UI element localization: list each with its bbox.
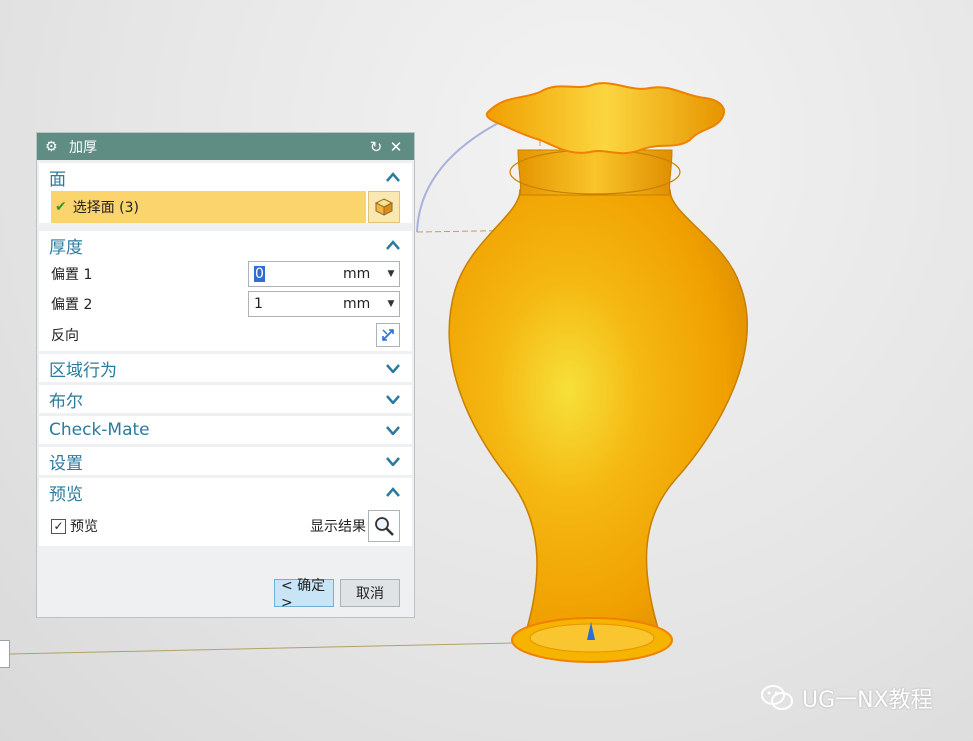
dialog-titlebar[interactable]: ⚙ 加厚 ↻ ✕: [37, 133, 414, 160]
section-preview-label: 预览: [49, 484, 83, 505]
section-settings-label: 设置: [49, 453, 83, 474]
watermark-text: UG一NX教程: [802, 688, 933, 713]
vase-body: [448, 189, 748, 636]
wechat-icon: [761, 685, 793, 710]
watermark: UG一NX教程: [760, 682, 933, 714]
thicken-dialog: ⚙ 加厚 ↻ ✕ 面 ✔ 选择面 (3) 厚度 偏置 1 0 mm ▼ 偏置 2…: [36, 132, 415, 618]
section-preview: 预览 ✓ 预览 显示结果: [39, 478, 412, 546]
offset2-value[interactable]: 1: [249, 296, 343, 312]
dialog-title: 加厚: [69, 139, 97, 156]
reverse-label: 反向: [51, 328, 79, 344]
reset-icon[interactable]: ↻: [366, 138, 386, 156]
dialog-footer: < 确定 > 取消: [274, 578, 400, 611]
section-checkmate: Check-Mate: [39, 416, 412, 444]
vase-neck: [517, 149, 673, 196]
select-face-text: 选择面 (3): [72, 200, 140, 216]
chevron-down-icon[interactable]: [386, 425, 402, 435]
offset2-label: 偏置 2: [51, 297, 93, 313]
section-checkmate-label: Check-Mate: [49, 420, 150, 440]
magnifier-icon: [375, 517, 394, 536]
section-region-header[interactable]: 区域行为: [39, 354, 412, 382]
offset2-unit: mm: [343, 296, 371, 312]
offset1-input[interactable]: 0 mm ▼: [248, 261, 400, 287]
section-thickness-header[interactable]: 厚度: [39, 231, 412, 259]
reverse-button[interactable]: [376, 323, 400, 347]
section-thickness: 厚度 偏置 1 0 mm ▼ 偏置 2 1 mm ▼ 反向: [39, 231, 412, 351]
chevron-down-icon[interactable]: [386, 363, 402, 373]
section-boolean-label: 布尔: [49, 391, 83, 412]
chevron-down-icon[interactable]: ▼: [383, 269, 399, 279]
left-panel-stub: [0, 640, 10, 668]
offset2-row: 偏置 2 1 mm ▼: [39, 289, 412, 319]
preview-checkbox[interactable]: ✓: [51, 518, 66, 534]
section-settings-header[interactable]: 设置: [39, 447, 412, 475]
cancel-button[interactable]: 取消: [340, 579, 400, 607]
reverse-icon: [382, 329, 394, 341]
offset1-label: 偏置 1: [51, 267, 93, 283]
section-preview-header[interactable]: 预览: [39, 478, 412, 506]
show-result-label: 显示结果: [310, 519, 366, 535]
ok-button[interactable]: < 确定 >: [274, 578, 334, 611]
face-selector-button[interactable]: [368, 191, 400, 223]
offset2-input[interactable]: 1 mm ▼: [248, 291, 400, 317]
gear-icon[interactable]: ⚙: [45, 139, 61, 155]
offset1-value[interactable]: 0: [254, 266, 265, 282]
preview-checkbox-label: 预览: [70, 519, 98, 535]
section-checkmate-header[interactable]: Check-Mate: [39, 416, 412, 444]
chevron-up-icon[interactable]: [386, 487, 402, 497]
chevron-down-icon[interactable]: ▼: [383, 299, 399, 309]
section-settings: 设置: [39, 447, 412, 475]
section-region: 区域行为: [39, 354, 412, 382]
section-face-label: 面: [49, 169, 66, 190]
face-select-row: ✔ 选择面 (3): [51, 191, 400, 223]
chevron-down-icon[interactable]: [386, 394, 402, 404]
offset1-unit: mm: [343, 266, 371, 282]
cube-icon: [374, 198, 394, 216]
section-boolean-header[interactable]: 布尔: [39, 385, 412, 413]
section-region-label: 区域行为: [49, 360, 117, 381]
preview-row: ✓ 预览 显示结果: [39, 506, 412, 546]
section-face: 面 ✔ 选择面 (3): [39, 163, 412, 223]
chevron-down-icon[interactable]: [386, 456, 402, 466]
chevron-up-icon[interactable]: [386, 172, 402, 182]
vase-rim: [485, 82, 725, 155]
select-face-field[interactable]: ✔ 选择面 (3): [51, 191, 366, 223]
reverse-row: 反向: [39, 319, 412, 351]
check-icon: ✔: [55, 199, 67, 215]
section-thickness-label: 厚度: [49, 237, 83, 258]
offset1-row: 偏置 1 0 mm ▼: [39, 259, 412, 289]
section-boolean: 布尔: [39, 385, 412, 413]
close-icon[interactable]: ✕: [386, 138, 406, 156]
section-face-header[interactable]: 面: [39, 163, 412, 191]
datum-line: [9, 642, 516, 655]
chevron-up-icon[interactable]: [386, 240, 402, 250]
show-result-button[interactable]: [368, 510, 400, 542]
